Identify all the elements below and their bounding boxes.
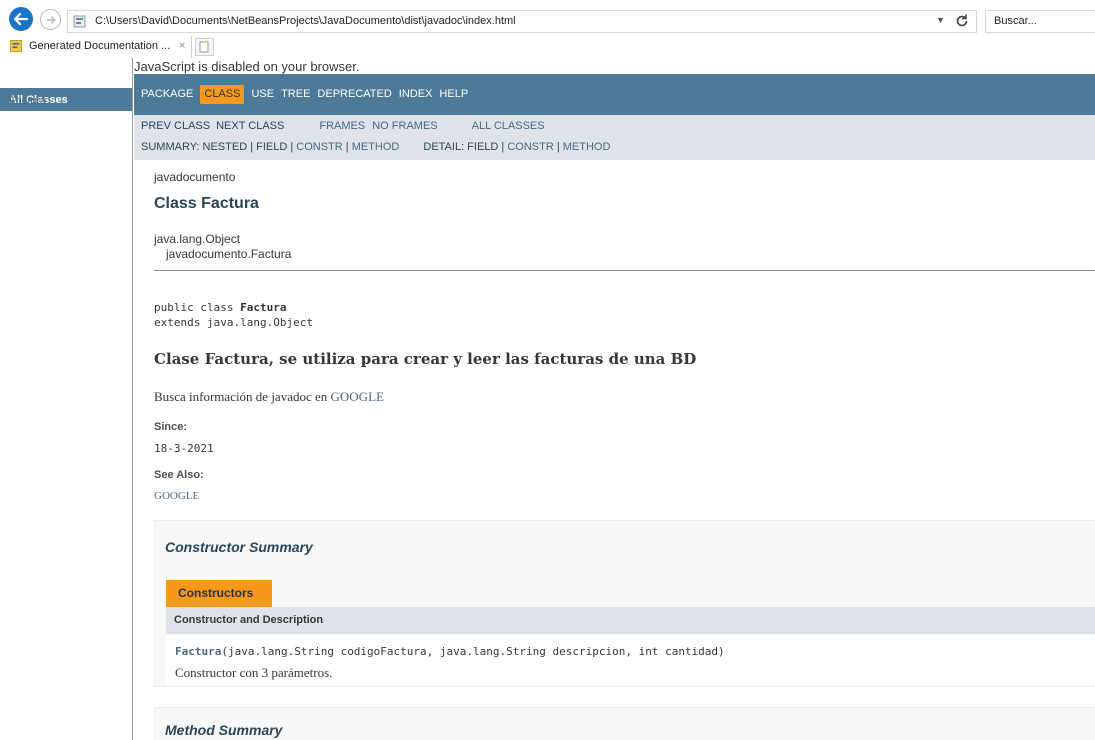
frames-link[interactable]: FRAMES [319,120,365,132]
back-button[interactable] [9,7,33,31]
forward-button[interactable] [40,9,61,30]
address-bar[interactable]: C:\Users\David\Documents\NetBeansProject… [67,10,977,33]
nav-class: CLASS [200,85,245,104]
since-value: 18-3-2021 [154,442,214,455]
top-nav-bar: PACKAGE CLASS USE TREE DEPRECATED INDEX … [134,74,1095,115]
divider [154,270,1095,271]
constructors-caption-tab: Constructors [166,580,272,607]
constructor-signature: Factura(java.lang.String codigoFactura, … [175,645,725,658]
column-header: Constructor and Description [174,614,324,626]
new-tab-icon [199,40,209,53]
summary-method-link[interactable]: METHOD [352,141,400,153]
class-declaration: public class Factura extends java.lang.O… [154,300,313,330]
package-label: javadocumento [154,170,236,184]
method-summary-heading: Method Summary [165,722,283,738]
detail-method-link[interactable]: METHOD [563,141,611,153]
class-doc-frame: JavaScript is disabled on your browser. … [134,58,1095,740]
declaration-extends: extends java.lang.Object [154,316,313,329]
nav-deprecated[interactable]: DEPRECATED [317,88,391,104]
no-frames-link[interactable]: NO FRAMES [372,120,437,132]
detail-separator: | [553,141,563,153]
tab-bar: Generated Documentation ... × [0,36,1095,58]
page-favicon-icon [10,40,22,52]
google-link[interactable]: GOOGLE [331,389,384,404]
inheritance-root: java.lang.Object [154,232,241,246]
noscript-message: JavaScript is disabled on your browser. [134,59,360,74]
since-label: Since: [154,421,188,433]
page-favicon-icon [73,15,86,28]
sub-nav-bar: PREV CLASS NEXT CLASS FRAMES NO FRAMES A… [134,115,1095,160]
next-class-label: NEXT CLASS [216,120,285,132]
class-description-title: Clase Factura, se utiliza para crear y l… [154,350,697,368]
busca-text: Busca información de javadoc en [154,389,331,404]
nav-use[interactable]: USE [251,88,274,104]
see-also-label: See Also: [154,469,204,481]
summary-constr-link[interactable]: CONSTR [296,141,342,153]
address-text: C:\Users\David\Documents\NetBeansProject… [95,15,516,27]
declaration-prefix: public class [154,301,241,314]
constructor-description: Constructor con 3 parámetros. [175,665,333,680]
arrow-right-icon [46,15,55,24]
browser-tab[interactable]: Generated Documentation ... × [0,36,192,58]
constructor-params: (java.lang.String codigoFactura, java.la… [221,645,725,658]
all-classes-link[interactable]: ALL CLASSES [472,120,545,132]
table-row: Factura(java.lang.String codigoFactura, … [166,634,1095,684]
see-also-link[interactable]: GOOGLE [154,490,199,502]
class-link-factura[interactable]: Factura [9,95,46,107]
nav-help[interactable]: HELP [439,88,468,104]
constructor-summary: Constructor Summary Constructors Constru… [154,520,1095,687]
all-classes-frame: All Classes Factura [0,58,133,740]
constructor-link[interactable]: Factura [175,645,221,658]
nav-tree[interactable]: TREE [281,88,310,104]
search-placeholder: Buscar... [994,15,1037,27]
summary-prefix: SUMMARY: NESTED | FIELD | [141,141,297,153]
class-description: Busca información de javadoc en GOOGLE [154,389,384,405]
search-input[interactable]: Buscar... [985,10,1095,33]
chevron-down-icon[interactable]: ▼ [936,15,945,25]
inheritance-child: javadocumento.Factura [166,247,292,261]
tab-title: Generated Documentation ... [29,40,171,52]
browser-toolbar: C:\Users\David\Documents\NetBeansProject… [0,0,1095,36]
method-summary: Method Summary [154,707,1095,740]
page-title: Class Factura [154,195,259,212]
nav-package[interactable]: PACKAGE [141,88,193,104]
summary-separator: | [342,141,352,153]
detail-constr-link[interactable]: CONSTR [507,141,553,153]
declaration-class-name: Factura [240,301,287,314]
prev-class-label: PREV CLASS [141,120,211,132]
nav-index[interactable]: INDEX [399,88,433,104]
table-header: Constructor and Description [166,607,1095,634]
refresh-icon[interactable] [953,12,971,30]
constructors-caption: Constructors [178,586,254,600]
constructor-summary-heading: Constructor Summary [165,539,313,555]
detail-prefix: DETAIL: FIELD | [423,141,508,153]
new-tab-button[interactable] [195,38,214,56]
arrow-left-icon [13,12,29,26]
close-icon[interactable]: × [179,40,185,52]
